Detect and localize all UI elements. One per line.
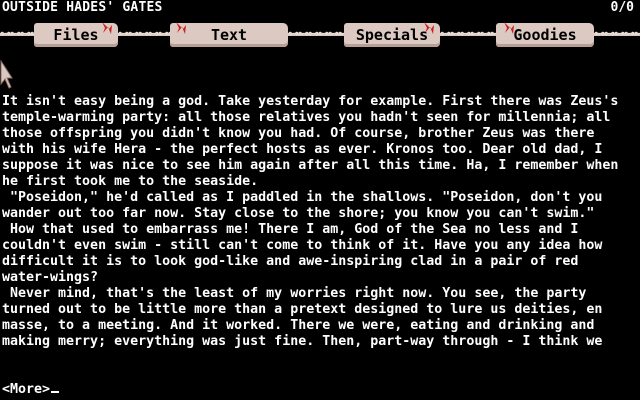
menu-goodies-label: Goodies <box>513 26 577 44</box>
chain-decoration: ⊶⊶⊶⊶⊶⊶⊶⊶⊶⊶⊶⊶⊶⊶⊶⊶⊶⊶⊶⊶⊶⊶⊶⊶⊶⊶⊶⊶⊶⊶⊶⊶⊶⊶⊶⊶⊶⊶⊶⊶… <box>288 29 344 39</box>
menu-files-label: Files <box>53 26 99 44</box>
story-text: It isn't easy being a god. Take yesterda… <box>2 94 638 350</box>
menu-text[interactable]: Text <box>170 22 288 47</box>
story-line: water-wings? <box>2 270 99 285</box>
chain-decoration: ⊶⊶⊶⊶⊶⊶⊶⊶⊶⊶⊶⊶⊶⊶⊶⊶⊶⊶⊶⊶⊶⊶⊶⊶⊶⊶⊶⊶⊶⊶⊶⊶⊶⊶⊶⊶⊶⊶⊶⊶… <box>0 29 34 39</box>
story-line: couldn't even swim - still can't come to… <box>2 238 603 253</box>
menu-goodies[interactable]: Goodies <box>496 22 594 47</box>
story-line: with his wife Hera - the perfect hosts a… <box>2 142 603 157</box>
mouse-pointer-icon <box>0 60 13 89</box>
story-line: How that used to embarrass me! There I a… <box>2 222 579 237</box>
story-line: masse, to a meeting. And it worked. Ther… <box>2 318 595 333</box>
story-line: those offspring you didn't know you had.… <box>2 126 595 141</box>
location-title: OUTSIDE HADES' GATES <box>2 0 163 15</box>
menu-bar: ⊶⊶⊶⊶⊶⊶⊶⊶⊶⊶⊶⊶⊶⊶⊶⊶⊶⊶⊶⊶⊶⊶⊶⊶⊶⊶⊶⊶⊶⊶⊶⊶⊶⊶⊶⊶⊶⊶⊶⊶… <box>0 19 640 53</box>
story-line: he first took me to the seaside. <box>2 174 259 189</box>
score-counter: 0/0 <box>610 0 634 15</box>
text-cursor <box>51 391 60 393</box>
story-line: wander out too far now. Stay close to th… <box>2 206 595 221</box>
story-line: Never mind, that's the least of my worri… <box>2 286 587 301</box>
game-screen: OUTSIDE HADES' GATES 0/0 ⊶⊶⊶ ⊶⊶⊶⊶⊶ ⊶⊶⊶⊶⊶⊶ ⊶… <box>0 0 640 400</box>
story-line: It isn't easy being a god. Take yesterda… <box>2 94 619 109</box>
chain-decoration: ⊶⊶⊶⊶⊶⊶⊶⊶⊶⊶⊶⊶⊶⊶⊶⊶⊶⊶⊶⊶⊶⊶⊶⊶⊶⊶⊶⊶⊶⊶⊶⊶⊶⊶⊶⊶⊶⊶⊶⊶… <box>594 29 640 39</box>
menu-text-label: Text <box>210 26 248 44</box>
more-prompt-label: <More> <box>2 382 51 397</box>
story-line: making merry; everything was just fine. … <box>2 334 603 349</box>
menu-specials[interactable]: Specials <box>344 22 440 47</box>
story-line: temple-warming party: all those relative… <box>2 110 611 125</box>
story-line: "Poseidon," he'd called as I paddled in … <box>2 190 603 205</box>
more-prompt[interactable]: <More> <box>2 382 60 398</box>
chain-decoration: ⊶⊶⊶⊶⊶⊶⊶⊶⊶⊶⊶⊶⊶⊶⊶⊶⊶⊶⊶⊶⊶⊶⊶⊶⊶⊶⊶⊶⊶⊶⊶⊶⊶⊶⊶⊶⊶⊶⊶⊶… <box>440 29 496 39</box>
chain-decoration: ⊶⊶⊶⊶⊶⊶⊶⊶⊶⊶⊶⊶⊶⊶⊶⊶⊶⊶⊶⊶⊶⊶⊶⊶⊶⊶⊶⊶⊶⊶⊶⊶⊶⊶⊶⊶⊶⊶⊶⊶… <box>118 29 170 39</box>
status-bar: OUTSIDE HADES' GATES 0/0 <box>0 0 640 16</box>
menu-specials-label: Specials <box>355 26 429 44</box>
story-line: difficult it is to look god-like and awe… <box>2 254 579 269</box>
story-line: turned out to be little more than a pret… <box>2 302 603 317</box>
story-line: suppose it was nice to see him again aft… <box>2 158 619 173</box>
menu-files[interactable]: Files <box>34 22 118 47</box>
